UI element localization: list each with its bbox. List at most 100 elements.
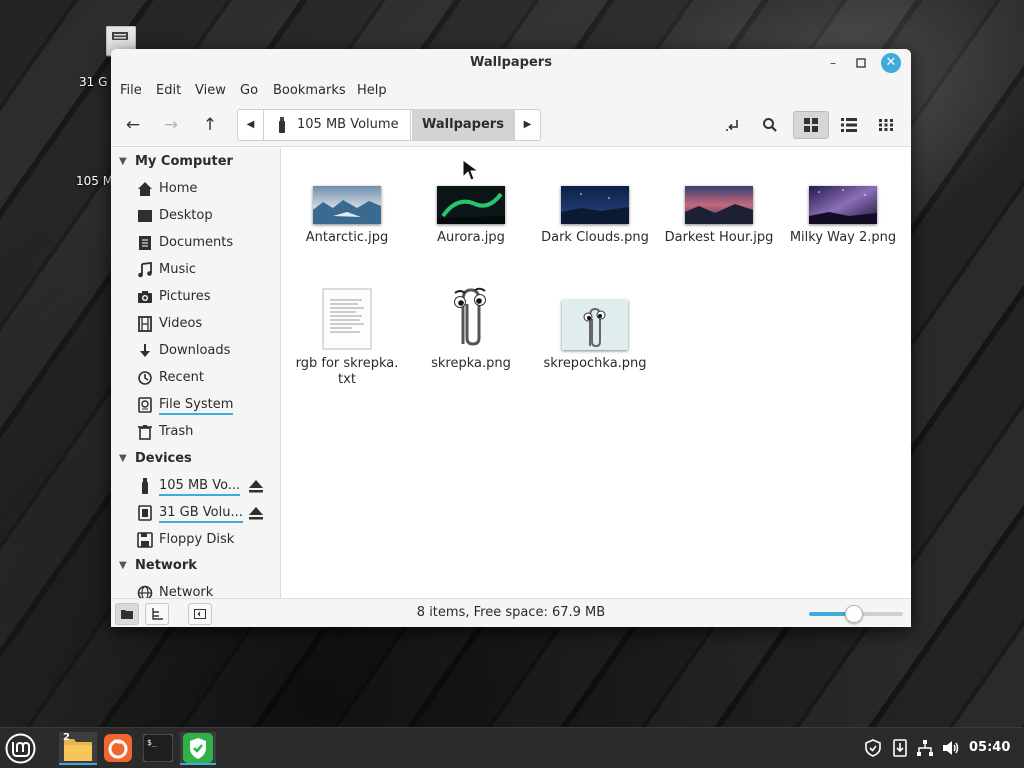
volume-icon[interactable] <box>942 739 960 757</box>
mint-logo-icon <box>5 733 36 764</box>
sidebar-section-network[interactable]: ▼ Network <box>111 555 280 577</box>
sidebar-item-label: 31 GB Volu... <box>159 505 243 523</box>
sidebar-item-recent[interactable]: Recent <box>111 366 280 390</box>
menu-view[interactable]: View <box>195 83 226 98</box>
zoom-slider-handle[interactable] <box>845 605 864 623</box>
sidebar-item-label: Pictures <box>159 289 211 304</box>
icon-view-button[interactable] <box>793 111 829 139</box>
file-name: skrepka.png <box>431 356 511 371</box>
documents-icon <box>137 235 153 251</box>
usb-drive-icon <box>137 478 153 494</box>
title-bar[interactable]: Wallpapers – ✕ <box>111 49 911 77</box>
sidebar-section-label: Devices <box>135 451 192 466</box>
network-icon[interactable] <box>916 739 934 757</box>
sidebar-item-105mb-volume[interactable]: 105 MB Vo... <box>111 474 280 498</box>
music-icon <box>137 261 153 278</box>
taskbar-firefox[interactable] <box>100 732 136 765</box>
menu-go[interactable]: Go <box>240 83 258 98</box>
desktop-icon-105mb-volume[interactable]: 105 M <box>76 170 116 194</box>
download-arrow-icon <box>137 343 153 359</box>
maximize-button[interactable] <box>851 53 871 73</box>
up-button[interactable]: ↑ <box>195 111 225 139</box>
file-item[interactable]: skrepochka.png <box>533 300 657 388</box>
image-thumbnail <box>561 186 629 224</box>
sidebar-item-pictures[interactable]: Pictures <box>111 285 280 309</box>
menu-help[interactable]: Help <box>357 83 387 98</box>
sidebar-item-documents[interactable]: Documents <box>111 231 280 255</box>
sidebar-item-music[interactable]: Music <box>111 258 280 282</box>
image-thumbnail <box>685 186 753 224</box>
close-button[interactable]: ✕ <box>881 53 901 73</box>
taskbar-vpn-app[interactable] <box>180 732 216 765</box>
sidebar-item-trash[interactable]: Trash <box>111 420 280 444</box>
pathbar-volume-button[interactable]: 105 MB Volume <box>265 110 411 140</box>
sidebar-item-videos[interactable]: Videos <box>111 312 280 336</box>
forward-button[interactable]: → <box>156 111 186 139</box>
eject-icon[interactable] <box>248 505 264 521</box>
pathbar-scroll-right-button[interactable]: ▶ <box>514 110 540 140</box>
text-document-icon <box>322 288 372 350</box>
file-name: skrepochka.png <box>543 356 647 371</box>
floppy-icon <box>137 532 153 548</box>
taskbar-terminal[interactable]: $_ <box>140 732 176 765</box>
chevron-down-icon: ▼ <box>119 156 127 167</box>
places-sidebar: ▼ My Computer Home Desktop Documents Mus… <box>111 148 281 598</box>
file-item[interactable]: skrepka.png <box>409 284 533 384</box>
file-item[interactable]: Milky Way 2.png <box>781 184 905 250</box>
location-entry-icon <box>726 120 738 131</box>
sidebar-item-label: 105 MB Vo... <box>159 478 241 496</box>
sd-card-icon <box>137 505 153 521</box>
usb-drive-icon <box>279 117 285 133</box>
sidebar-item-desktop[interactable]: Desktop <box>111 204 280 228</box>
drive-icon <box>137 397 153 413</box>
toggle-location-entry-button[interactable] <box>718 111 748 139</box>
sidebar-item-31gb-volume[interactable]: 31 GB Volu... <box>111 501 280 525</box>
film-icon <box>137 316 153 332</box>
eject-icon[interactable] <box>248 478 264 494</box>
menu-bar: File Edit View Go Bookmarks Help <box>111 77 911 103</box>
image-thumbnail <box>809 186 877 224</box>
file-item[interactable]: rgb for skrepka. txt <box>285 288 409 388</box>
sidebar-section-my-computer[interactable]: ▼ My Computer <box>111 151 280 173</box>
menu-file[interactable]: File <box>120 83 142 98</box>
file-manager-window: Wallpapers – ✕ File Edit View Go Bookmar… <box>111 49 911 627</box>
chevron-down-icon: ▼ <box>119 560 127 571</box>
minimize-button[interactable]: – <box>823 53 843 73</box>
sidebar-item-label: Trash <box>159 424 194 439</box>
compact-grid-icon <box>879 119 893 131</box>
pathbar-current-folder-button[interactable]: Wallpapers <box>412 110 514 140</box>
taskbar-file-manager[interactable]: 2 <box>59 732 97 765</box>
file-item[interactable]: Antarctic.jpg <box>285 184 409 250</box>
sidebar-section-devices[interactable]: ▼ Devices <box>111 448 280 470</box>
sidebar-item-label: Home <box>159 181 198 196</box>
file-view[interactable]: Antarctic.jpg Aurora.jpg Dark Clouds.png <box>282 148 911 598</box>
status-text: 8 items, Free space: 67.9 MB <box>416 605 606 620</box>
sidebar-item-home[interactable]: Home <box>111 177 280 201</box>
window-title: Wallpapers <box>470 55 552 70</box>
update-manager-icon[interactable] <box>891 739 909 757</box>
file-item[interactable]: Aurora.jpg <box>409 184 533 250</box>
sidebar-item-downloads[interactable]: Downloads <box>111 339 280 363</box>
menu-button[interactable] <box>4 732 40 765</box>
list-view-button[interactable] <box>834 111 864 139</box>
search-button[interactable] <box>755 111 785 139</box>
file-item[interactable]: Dark Clouds.png <box>533 184 657 250</box>
pathbar-scroll-left-button[interactable]: ◀ <box>238 110 264 140</box>
sidebar-item-network[interactable]: Network <box>111 581 280 598</box>
mouse-cursor <box>462 159 480 181</box>
sidebar-item-file-system[interactable]: File System <box>111 393 280 417</box>
clock[interactable]: 05:40 <box>969 740 1010 755</box>
camera-icon <box>137 289 153 305</box>
file-item[interactable]: Darkest Hour.jpg <box>657 184 781 250</box>
sidebar-item-label: Music <box>159 262 196 277</box>
shield-tray-icon[interactable] <box>864 739 882 757</box>
compact-view-button[interactable] <box>871 111 901 139</box>
menu-edit[interactable]: Edit <box>156 83 181 98</box>
menu-bookmarks[interactable]: Bookmarks <box>273 83 346 98</box>
zoom-slider[interactable] <box>809 605 903 623</box>
desktop-icon-label: 31 G <box>79 75 108 89</box>
image-thumbnail <box>313 186 381 224</box>
home-icon <box>137 181 153 197</box>
sidebar-item-floppy-disk[interactable]: Floppy Disk <box>111 528 280 552</box>
back-button[interactable]: ← <box>118 111 148 139</box>
